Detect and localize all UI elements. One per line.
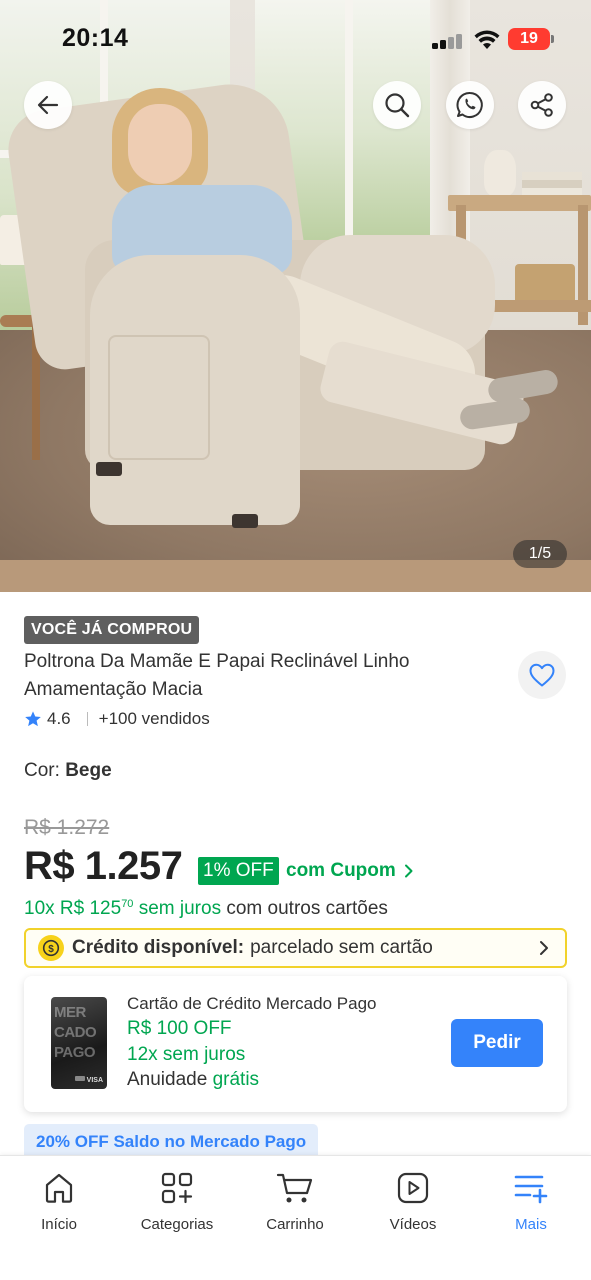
color-label: Cor: xyxy=(24,760,60,781)
heart-icon xyxy=(529,663,555,687)
annual-fee-label: Anuidade xyxy=(127,1069,208,1090)
scene-vase xyxy=(484,150,516,196)
rating-separator xyxy=(86,712,88,726)
scene-floor xyxy=(0,560,591,592)
search-button[interactable] xyxy=(373,81,421,129)
card-offer-discount: R$ 100 OFF xyxy=(127,1018,232,1039)
sold-count: +100 vendidos xyxy=(98,709,210,728)
nav-more[interactable]: Mais xyxy=(472,1168,590,1248)
product-image-gallery[interactable] xyxy=(0,0,591,592)
coupon-label: com Cupom xyxy=(286,860,396,881)
nav-label: Mais xyxy=(515,1216,547,1233)
person-face xyxy=(128,104,192,184)
discount-badge: 1% OFF xyxy=(198,857,279,885)
credit-card-offer: MER CADO PAGO VISA Cartão de Crédito Merca… xyxy=(24,976,567,1112)
nav-label: Início xyxy=(41,1216,77,1233)
color-selector[interactable]: Cor: Bege xyxy=(24,760,112,782)
card-offer-installments: 12x sem juros xyxy=(127,1044,246,1065)
arrow-left-icon xyxy=(37,95,59,115)
favorite-button[interactable] xyxy=(518,651,566,699)
scene-shelf xyxy=(448,195,591,211)
nav-categories[interactable]: Categorias xyxy=(118,1168,236,1248)
battery-indicator: 19 xyxy=(508,28,550,50)
mercado-pago-card-image: MER CADO PAGO VISA xyxy=(51,997,107,1089)
installments-info: 10x R$ 12570 sem juros com outros cartõe… xyxy=(24,898,388,920)
installments-suffix: com outros cartões xyxy=(226,898,388,919)
rating-value: 4.6 xyxy=(47,709,71,728)
nav-label: Categorias xyxy=(140,1216,214,1233)
chair-foot xyxy=(232,514,258,528)
back-button[interactable] xyxy=(24,81,72,129)
color-value: Bege xyxy=(65,760,112,781)
card-brand-label: VISA xyxy=(86,1077,103,1084)
original-price: R$ 1.272 xyxy=(24,816,110,839)
home-icon xyxy=(0,1168,118,1208)
installments-interest: sem juros xyxy=(138,898,222,919)
cellular-signal-icon xyxy=(432,33,464,49)
star-icon xyxy=(25,711,41,727)
credit-text: parcelado sem cartão xyxy=(250,937,433,958)
nav-label: Carrinho xyxy=(266,1216,324,1233)
nav-label: Vídeos xyxy=(389,1216,437,1233)
battery-cap-icon xyxy=(551,35,554,43)
gallery-page-indicator: 1/5 xyxy=(513,540,567,568)
status-bar: 20:14 19 xyxy=(0,0,591,80)
status-time: 20:14 xyxy=(62,24,129,52)
svg-text:$: $ xyxy=(48,944,54,955)
card-offer-annual-fee: Anuidade grátis xyxy=(127,1069,259,1091)
installments-amount: 10x R$ 125 xyxy=(24,898,122,919)
scene-basket xyxy=(515,264,575,304)
chevron-right-icon xyxy=(404,864,413,878)
bottom-navigation: Início Categorias Carrinho Vídeos Mais xyxy=(0,1155,591,1280)
share-button[interactable] xyxy=(518,81,566,129)
cart-icon xyxy=(236,1168,354,1208)
search-icon xyxy=(385,93,410,118)
chair-foot xyxy=(96,462,122,476)
scene-books xyxy=(522,172,582,196)
video-icon xyxy=(354,1168,472,1208)
whatsapp-share-button[interactable] xyxy=(446,81,494,129)
credit-available-banner[interactable]: $ Crédito disponível: parcelado sem cart… xyxy=(24,928,567,968)
product-title: Poltrona Da Mamãe E Papai Reclinável Lin… xyxy=(24,651,410,700)
menu-plus-icon xyxy=(472,1168,590,1208)
share-icon xyxy=(530,93,553,117)
dollar-coin-icon: $ xyxy=(38,935,64,961)
nav-home[interactable]: Início xyxy=(0,1168,118,1248)
chevron-right-icon xyxy=(540,941,548,955)
already-purchased-badge: VOCÊ JÁ COMPROU xyxy=(24,616,200,644)
request-card-button[interactable]: Pedir xyxy=(451,1019,543,1067)
installments-cents: 70 xyxy=(121,898,134,910)
annual-fee-value: grátis xyxy=(212,1069,260,1090)
chair-side-pocket xyxy=(108,335,210,460)
wifi-icon xyxy=(474,30,500,50)
categories-icon xyxy=(118,1168,236,1208)
nav-cart[interactable]: Carrinho xyxy=(236,1168,354,1248)
current-price: R$ 1.257 xyxy=(24,844,183,888)
credit-label: Crédito disponível: xyxy=(72,937,245,958)
whatsapp-icon xyxy=(456,91,483,118)
card-offer-title: Cartão de Crédito Mercado Pago xyxy=(127,994,377,1013)
nav-videos[interactable]: Vídeos xyxy=(354,1168,472,1248)
rating-row[interactable]: 4.6 +100 vendidos xyxy=(24,706,210,732)
coupon-link[interactable]: com Cupom xyxy=(286,857,414,885)
